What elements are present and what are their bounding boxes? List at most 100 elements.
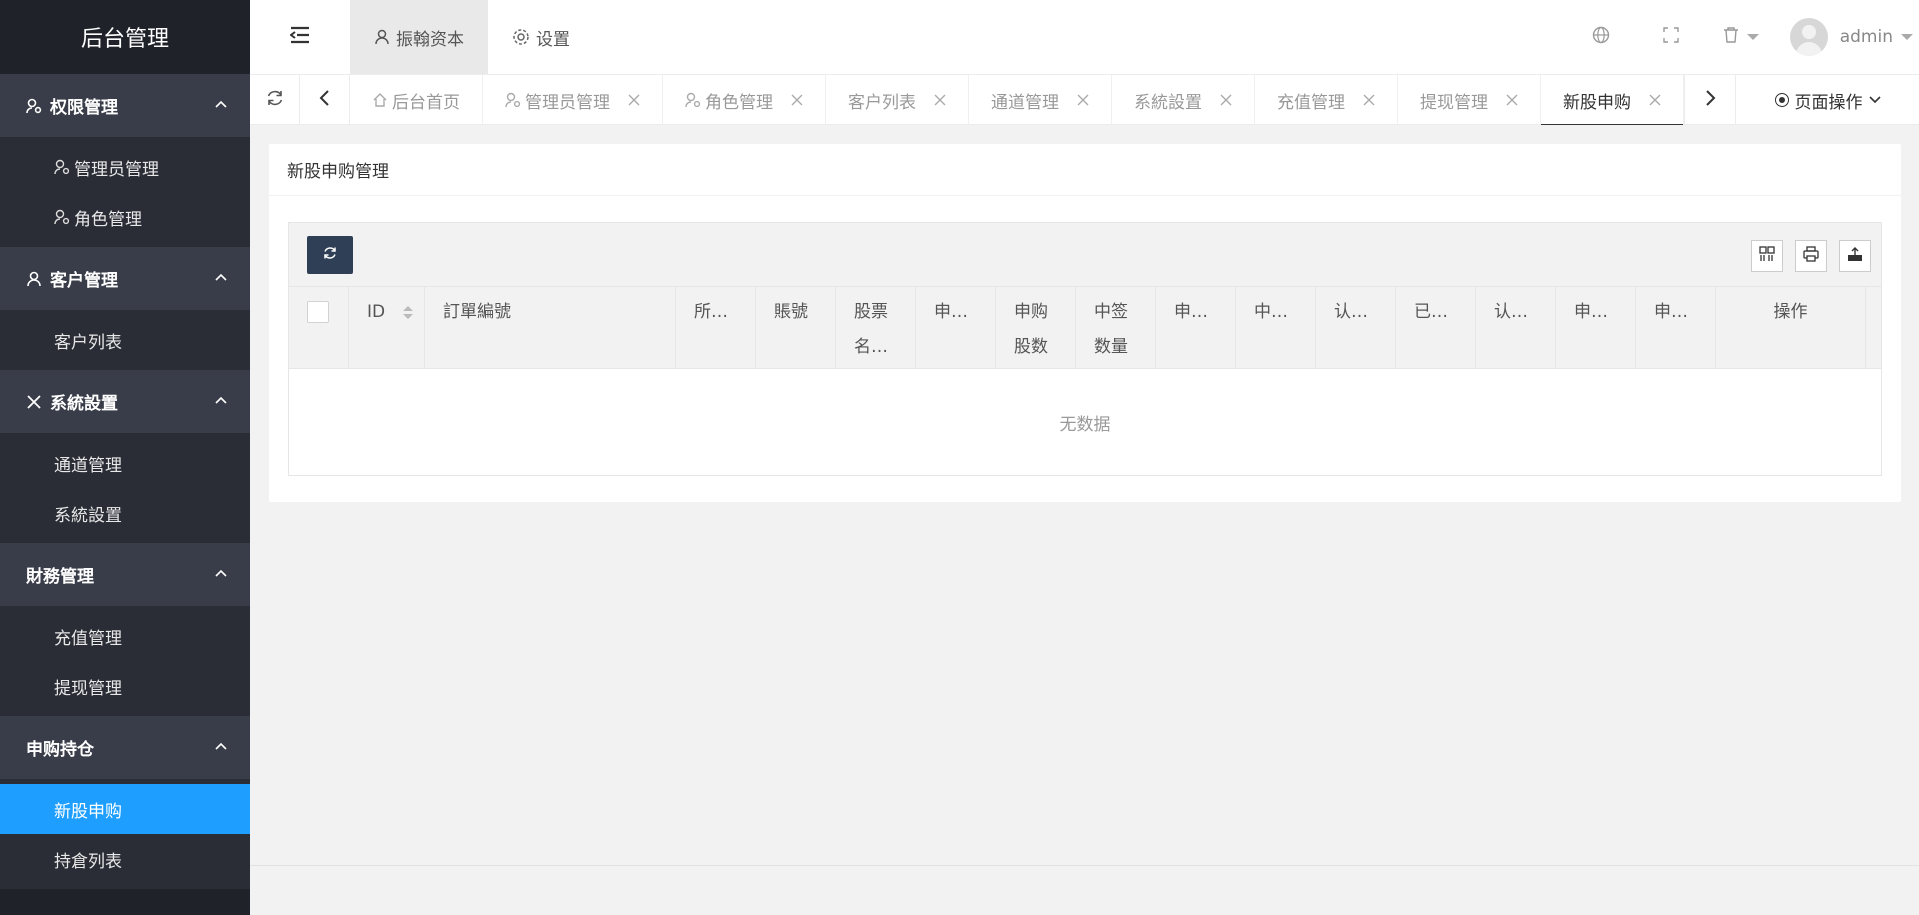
globe-icon xyxy=(1592,26,1610,48)
sidebar-group-header-customers[interactable]: 客户管理 xyxy=(0,247,250,310)
column-filter-button[interactable] xyxy=(1751,240,1783,272)
sidebar-item-withdraw-management[interactable]: 提现管理 xyxy=(0,661,250,711)
column-header[interactable]: 已… xyxy=(1396,287,1476,368)
menu-collapse-icon xyxy=(289,26,310,49)
page-tab-system-settings[interactable]: 系統設置 xyxy=(1112,75,1255,125)
column-header[interactable]: 申… xyxy=(1156,287,1236,368)
close-icon[interactable] xyxy=(1649,94,1661,106)
sidebar-item-ipo-subscription[interactable]: 新股申购 xyxy=(0,784,250,834)
top-tab-settings[interactable]: 设置 xyxy=(488,0,594,74)
user-icon xyxy=(26,271,46,287)
chevron-up-icon xyxy=(214,96,228,116)
empty-state-text: 无数据 xyxy=(289,369,1881,475)
column-header-actions: 操作 xyxy=(1716,287,1866,368)
page-tab-role-management[interactable]: 角色管理 xyxy=(663,75,826,125)
sidebar-group-permissions: 权限管理 管理员管理 角色管理 xyxy=(0,74,250,247)
column-header-id[interactable]: ID xyxy=(349,287,425,368)
refresh-page-button[interactable] xyxy=(250,75,300,125)
close-icon[interactable] xyxy=(934,94,946,106)
select-all-checkbox[interactable] xyxy=(307,301,329,323)
column-header[interactable]: 所… xyxy=(676,287,756,368)
sidebar-group-header-permissions[interactable]: 权限管理 xyxy=(0,74,250,137)
chevron-down-icon xyxy=(1868,96,1881,104)
close-icon[interactable] xyxy=(1077,94,1089,106)
user-name: admin xyxy=(1839,27,1893,47)
chevron-up-icon xyxy=(214,738,228,758)
sidebar-item-admin-management[interactable]: 管理员管理 xyxy=(0,142,250,192)
sidebar-group-header-finance[interactable]: 財務管理 xyxy=(0,543,250,606)
sidebar-item-label: 通道管理 xyxy=(54,455,122,476)
page-tab-withdraw-management[interactable]: 提现管理 xyxy=(1398,75,1541,125)
language-globe-button[interactable] xyxy=(1566,0,1636,74)
chevron-up-icon xyxy=(214,565,228,585)
column-label: 訂單編號 xyxy=(443,302,511,322)
close-icon[interactable] xyxy=(1363,94,1375,106)
column-label: 认… xyxy=(1334,302,1368,322)
home-icon xyxy=(372,92,388,108)
sidebar-group-header-subscription[interactable]: 申购持仓 xyxy=(0,716,250,779)
close-icon[interactable] xyxy=(1220,94,1232,106)
tools-icon xyxy=(26,394,46,410)
column-header-order-no[interactable]: 訂單編號 xyxy=(425,287,676,368)
sidebar-item-label: 系統設置 xyxy=(54,505,122,526)
table-header: ID 訂單編號 所… 賬號 股票 名… 申… 申购 股数 中签 数量 申… 中…… xyxy=(289,287,1881,369)
close-icon[interactable] xyxy=(791,94,803,106)
sidebar-toggle-button[interactable] xyxy=(250,0,350,74)
top-tab-capital[interactable]: 振翰资本 xyxy=(350,0,488,74)
user-menu[interactable]: admin xyxy=(1776,18,1919,56)
table-toolbar xyxy=(289,223,1881,287)
sidebar-item-role-management[interactable]: 角色管理 xyxy=(0,192,250,242)
sidebar-item-channel-management[interactable]: 通道管理 xyxy=(0,438,250,488)
export-button[interactable] xyxy=(1839,240,1871,272)
clear-cache-button[interactable] xyxy=(1706,0,1776,74)
column-label: ID xyxy=(367,302,386,322)
sidebar-item-recharge-management[interactable]: 充值管理 xyxy=(0,611,250,661)
column-label: 中签 数量 xyxy=(1094,302,1128,357)
app-logo-title[interactable]: 后台管理 xyxy=(0,0,250,74)
sidebar: 后台管理 权限管理 管理员管理 角色管理 客户管理 客户列表 系統設置 通道管理… xyxy=(0,0,250,915)
chevron-up-icon xyxy=(214,269,228,289)
fullscreen-button[interactable] xyxy=(1636,0,1706,74)
column-header-stock-name[interactable]: 股票 名… xyxy=(836,287,916,368)
column-header[interactable]: 申… xyxy=(1636,287,1716,368)
table-refresh-button[interactable] xyxy=(307,236,353,274)
page-tab-ipo-subscription[interactable]: 新股申购 xyxy=(1541,75,1684,125)
page-tab-home[interactable]: 后台首页 xyxy=(350,75,483,125)
column-header[interactable]: 中… xyxy=(1236,287,1316,368)
column-label: 已… xyxy=(1414,302,1448,322)
sidebar-item-customer-list[interactable]: 客户列表 xyxy=(0,315,250,365)
column-header-won-quantity[interactable]: 中签 数量 xyxy=(1076,287,1156,368)
page-tab-channel-management[interactable]: 通道管理 xyxy=(969,75,1112,125)
column-label: 中… xyxy=(1254,302,1288,322)
column-header-account[interactable]: 賬號 xyxy=(756,287,836,368)
column-header[interactable]: 认… xyxy=(1316,287,1396,368)
close-icon[interactable] xyxy=(1506,94,1518,106)
column-header[interactable]: 认… xyxy=(1476,287,1556,368)
sidebar-group-label: 客户管理 xyxy=(50,271,118,291)
page-operations-dropdown[interactable]: 页面操作 xyxy=(1736,75,1919,125)
tabs-scroll-left-button[interactable] xyxy=(300,75,350,125)
refresh-icon xyxy=(265,88,285,112)
sidebar-group-label: 申购持仓 xyxy=(26,740,94,760)
page-tabs: 后台首页 管理员管理 角色管理 客户列表 通道管理 系統設置 充值管理 提现管理… xyxy=(350,75,1684,125)
page-tab-customer-list[interactable]: 客户列表 xyxy=(826,75,969,125)
close-icon[interactable] xyxy=(628,94,640,106)
column-header[interactable]: 申… xyxy=(1556,287,1636,368)
page-footer xyxy=(250,865,1919,915)
page-tab-label: 客户列表 xyxy=(848,92,916,113)
sort-icon[interactable] xyxy=(402,305,413,319)
user-gear-icon xyxy=(26,98,46,114)
page-tab-label: 后台首页 xyxy=(392,92,460,113)
column-header-sub-shares[interactable]: 申购 股数 xyxy=(996,287,1076,368)
chevron-up-icon xyxy=(214,392,228,412)
sidebar-group-header-system[interactable]: 系統設置 xyxy=(0,370,250,433)
tabs-scroll-right-button[interactable] xyxy=(1684,75,1736,125)
column-header[interactable]: 申… xyxy=(916,287,996,368)
page-tab-admin-management[interactable]: 管理员管理 xyxy=(483,75,663,125)
print-button[interactable] xyxy=(1795,240,1827,272)
top-tab-label: 振翰资本 xyxy=(396,29,464,50)
page-tab-recharge-management[interactable]: 充值管理 xyxy=(1255,75,1398,125)
print-icon xyxy=(1803,246,1819,266)
sidebar-item-system-settings[interactable]: 系統設置 xyxy=(0,488,250,538)
sidebar-item-holdings-list[interactable]: 持倉列表 xyxy=(0,834,250,884)
